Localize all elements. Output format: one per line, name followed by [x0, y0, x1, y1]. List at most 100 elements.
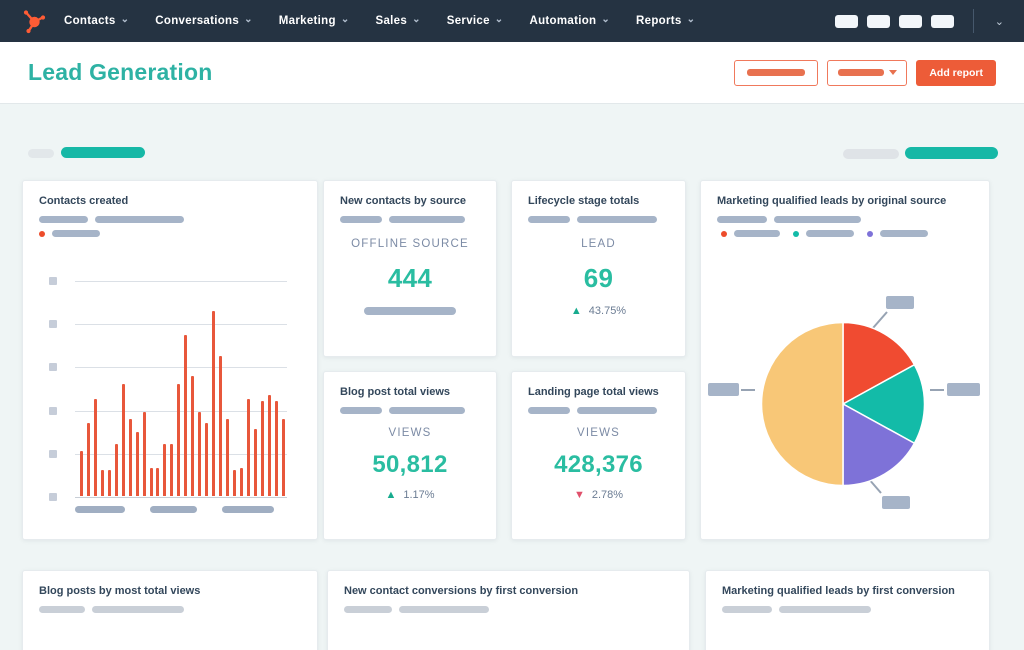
metric-label: VIEWS: [576, 427, 621, 439]
y-tick-placeholder: [49, 363, 57, 372]
bar: [177, 384, 181, 496]
nav-item-label: Marketing: [278, 15, 336, 27]
contacts-created-bars: [80, 281, 285, 496]
redacted-text: [92, 606, 184, 613]
bar: [260, 401, 264, 496]
legend-label-redacted: [806, 230, 854, 237]
legend-label-redacted: [880, 230, 928, 237]
bar: [198, 412, 202, 496]
bar: [246, 399, 250, 496]
report-card-mql-by-original-source: Marketing qualified leads by original so…: [700, 180, 990, 540]
redacted-label: [837, 69, 884, 76]
hubspot-logo-icon[interactable]: [20, 7, 48, 35]
bar: [86, 422, 90, 496]
report-title[interactable]: Marketing qualified leads by first conve…: [722, 585, 973, 597]
nav-item-marketing[interactable]: Marketing ⌄: [278, 15, 350, 28]
metric-block: LEAD 69 ▲ 43.75%: [528, 238, 669, 317]
bar: [163, 444, 167, 496]
report-title[interactable]: New contacts by source: [340, 195, 480, 207]
redacted-text: [528, 407, 570, 414]
top-navigation-bar: Contacts ⌄ Conversations ⌄ Marketing ⌄ S…: [0, 0, 1024, 42]
nav-item-service[interactable]: Service ⌄: [447, 14, 504, 28]
report-title[interactable]: Lifecycle stage totals: [528, 195, 669, 207]
bar: [170, 444, 174, 496]
redacted-text: [577, 216, 657, 223]
toolbar-action-teal[interactable]: [905, 147, 998, 159]
dropdown-caret-icon: [888, 70, 897, 75]
toolbar-placeholder-gray: [843, 149, 899, 159]
nav-menu: Contacts ⌄ Conversations ⌄ Marketing ⌄ S…: [64, 14, 696, 28]
report-card-new-contact-conversions: New contact conversions by first convers…: [327, 570, 690, 650]
redacted-text: [577, 407, 657, 414]
filter-toggle-teal[interactable]: [61, 147, 145, 158]
header-actions: Add report: [734, 59, 996, 86]
nav-icon-button-2[interactable]: [866, 14, 890, 28]
bar: [107, 470, 111, 496]
metric-block: VIEWS 428,376 ▼ 2.78%: [528, 427, 669, 501]
chevron-down-icon: ⌄: [494, 14, 504, 25]
report-title[interactable]: Blog posts by most total views: [39, 585, 301, 597]
bar: [100, 470, 104, 496]
page-header: Lead Generation Add report: [0, 42, 1024, 104]
nav-icon-button-3[interactable]: [898, 14, 922, 28]
dashboard-dropdown-button[interactable]: [827, 59, 908, 86]
nav-item-conversations[interactable]: Conversations ⌄: [155, 15, 252, 28]
nav-item-label: Contacts: [64, 15, 116, 27]
account-menu-chevron-icon[interactable]: ⌄: [995, 15, 1004, 28]
delta-up-icon: ▲: [570, 304, 582, 317]
pie-legend-row: [721, 230, 973, 237]
y-tick-placeholder: [49, 320, 57, 329]
hubspot-dashboard: Contacts ⌄ Conversations ⌄ Marketing ⌄ S…: [0, 0, 1024, 650]
report-title[interactable]: Blog post total views: [340, 386, 480, 398]
bar: [149, 468, 153, 496]
redacted-text: [39, 606, 85, 613]
nav-item-sales[interactable]: Sales ⌄: [376, 15, 421, 28]
bar: [191, 375, 195, 496]
redacted-text: [340, 407, 382, 414]
bar: [93, 399, 97, 496]
report-title[interactable]: Contacts created: [39, 195, 301, 207]
nav-item-reports[interactable]: Reports ⌄: [636, 14, 696, 28]
add-report-button[interactable]: Add report: [916, 59, 996, 86]
delta-value: 43.75%: [588, 305, 627, 317]
bar: [80, 450, 83, 496]
chevron-down-icon: ⌄: [686, 14, 696, 25]
redacted-text: [340, 216, 382, 223]
delta-row: ▲ 43.75%: [571, 305, 626, 317]
nav-item-label: Reports: [636, 15, 682, 27]
delta-value: 2.78%: [591, 489, 624, 501]
report-title[interactable]: New contact conversions by first convers…: [344, 585, 673, 597]
nav-item-contacts[interactable]: Contacts ⌄: [64, 15, 129, 28]
x-tick-placeholder: [222, 506, 274, 513]
nav-icon-button-1[interactable]: [834, 14, 858, 28]
nav-item-label: Conversations: [155, 15, 240, 27]
report-title[interactable]: Marketing qualified leads by original so…: [717, 195, 973, 207]
legend-dot-icon: [793, 230, 799, 237]
nav-utility-area: ⌄: [834, 9, 1004, 33]
metric-label: VIEWS: [388, 427, 432, 439]
pie-label-redacted: [708, 383, 739, 396]
dashboard-action-button[interactable]: [734, 59, 819, 86]
delta-down-icon: ▼: [573, 488, 585, 501]
nav-icon-button-4[interactable]: [930, 14, 954, 28]
redacted-text: [774, 216, 861, 223]
bar: [114, 444, 118, 496]
subtitle-placeholder-row: [722, 606, 973, 613]
legend-dot-icon: [721, 230, 727, 237]
nav-item-automation[interactable]: Automation ⌄: [529, 14, 611, 28]
redacted-text: [399, 606, 489, 613]
legend-label-redacted: [52, 230, 100, 237]
metric-label: OFFLINE SOURCE: [351, 238, 469, 250]
page-title: Lead Generation: [28, 59, 213, 85]
x-axis-placeholder-labels: [75, 506, 301, 513]
chevron-down-icon: ⌄: [601, 14, 611, 25]
pie-label-redacted: [886, 296, 914, 309]
redacted-text: [344, 606, 392, 613]
bar: [267, 394, 271, 496]
report-title[interactable]: Landing page total views: [528, 386, 669, 398]
y-tick-placeholder: [49, 406, 57, 415]
report-card-blog-post-total-views: Blog post total views VIEWS 50,812 ▲ 1.1…: [323, 371, 497, 540]
report-card-new-contacts-by-source: New contacts by source OFFLINE SOURCE 44…: [323, 180, 497, 357]
x-tick-placeholder: [150, 506, 197, 513]
metric-footnote-redacted: [364, 307, 456, 315]
